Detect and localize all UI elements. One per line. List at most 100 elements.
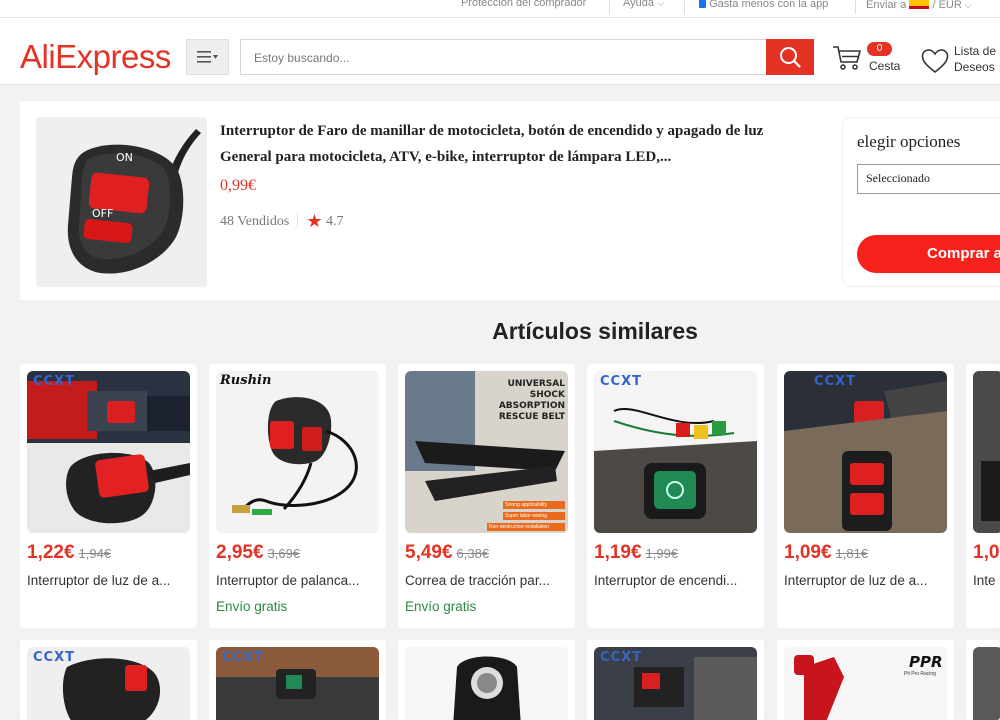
divider bbox=[684, 0, 685, 14]
option-select[interactable]: Seleccionado bbox=[857, 164, 1000, 194]
product-price: 1,22€ 1,94€ bbox=[27, 542, 111, 564]
product-thumbnail: CCXT bbox=[27, 371, 190, 533]
top-bar: Protección del comprador Ayuda ⌵ Gasta m… bbox=[0, 0, 1000, 18]
divider bbox=[855, 0, 856, 14]
current-price: 5,49€ bbox=[405, 542, 453, 563]
brand-label: CCXT bbox=[33, 650, 75, 665]
sold-count: 48 Vendidos bbox=[220, 214, 290, 229]
chevron-down-icon: ⌵ bbox=[964, 0, 972, 10]
menu-icon bbox=[196, 51, 218, 63]
product-price: 1,0 bbox=[973, 542, 999, 564]
product-name[interactable]: Interruptor de palanca... bbox=[216, 573, 382, 588]
search-input[interactable] bbox=[241, 40, 756, 76]
product-card[interactable] bbox=[398, 640, 575, 720]
brand-label: CCXT bbox=[600, 374, 642, 389]
current-price: 2,95€ bbox=[216, 542, 264, 563]
cart-icon bbox=[833, 46, 861, 70]
old-price: 3,69€ bbox=[267, 546, 301, 561]
cart-label[interactable]: Cesta bbox=[869, 59, 900, 73]
old-price: 1,99€ bbox=[645, 546, 679, 561]
chevron-down-icon: ⌵ bbox=[657, 0, 664, 8]
product-card[interactable]: CCXT 1,22€ 1,94€ Interruptor de luz de a.… bbox=[20, 364, 197, 628]
wishlist-label[interactable]: Lista de bbox=[954, 44, 996, 58]
product-price: 5,49€ 6,38€ bbox=[405, 542, 489, 564]
product-card[interactable]: CCXT bbox=[209, 640, 386, 720]
product-thumbnail: CCXT bbox=[594, 647, 757, 720]
categories-menu-button[interactable] bbox=[186, 39, 229, 75]
free-shipping-label: Envío gratis bbox=[405, 599, 477, 614]
product-price: 1,09€ 1,81€ bbox=[784, 542, 868, 564]
divider bbox=[297, 213, 299, 227]
spain-flag-icon bbox=[909, 0, 930, 9]
product-card[interactable]: PPR Pit Pro Racing bbox=[777, 640, 954, 720]
product-card[interactable]: 1,0 Inte bbox=[966, 364, 1000, 628]
product-title[interactable]: Interruptor de Faro de manillar de motoc… bbox=[220, 118, 810, 170]
product-thumbnail bbox=[405, 647, 568, 720]
old-price: 1,94€ bbox=[78, 546, 112, 561]
product-name[interactable]: Interruptor de luz de a... bbox=[784, 573, 950, 588]
buyer-protection-link[interactable]: Protección del comprador bbox=[461, 0, 586, 9]
brand-label: CCXT bbox=[33, 374, 75, 389]
product-name[interactable]: Interruptor de luz de a... bbox=[27, 573, 193, 588]
product-thumbnail: CCXT bbox=[784, 371, 947, 533]
options-panel: elegir opciones Seleccionado Comprar a bbox=[842, 117, 1000, 287]
old-price: 6,38€ bbox=[456, 546, 490, 561]
app-label: Gasta menos con la app bbox=[709, 0, 829, 10]
search-icon bbox=[780, 47, 801, 68]
product-card[interactable] bbox=[966, 640, 1000, 720]
search-button[interactable] bbox=[766, 39, 814, 75]
wishlist-button[interactable] bbox=[921, 48, 949, 79]
star-icon: ★ bbox=[306, 211, 323, 231]
product-summary-card: ON OFF Interruptor de Faro de manillar d… bbox=[20, 101, 1000, 300]
product-card[interactable]: CCXT 1,19€ 1,99€ Interruptor de encendi..… bbox=[587, 364, 764, 628]
product-thumbnail: UNIVERSAL SHOCK ABSORPTION RESCUE BELT S… bbox=[405, 371, 568, 533]
product-image[interactable]: ON OFF bbox=[36, 117, 207, 287]
heart-icon bbox=[921, 49, 949, 74]
on-label: ON bbox=[116, 151, 133, 164]
ship-to-label: Enviar a bbox=[866, 0, 907, 11]
product-thumbnail: Rushin bbox=[216, 371, 379, 533]
product-card[interactable]: CCXT 1,09€ 1,81€ Interruptor de luz de a.… bbox=[777, 364, 954, 628]
product-thumbnail: PPR Pit Pro Racing bbox=[784, 647, 947, 720]
brand-label: CCXT bbox=[222, 650, 264, 665]
cart-button[interactable] bbox=[832, 44, 862, 77]
current-price: 1,22€ bbox=[27, 542, 75, 563]
brand-sublabel: Pit Pro Racing bbox=[904, 671, 936, 677]
product-thumbnail bbox=[973, 647, 1000, 720]
brand-label: CCXT bbox=[814, 374, 856, 389]
product-thumbnail: CCXT bbox=[594, 371, 757, 533]
product-card[interactable]: CCXT bbox=[587, 640, 764, 720]
wishlist-label-line2[interactable]: Deseos bbox=[954, 60, 995, 74]
product-card[interactable]: CCXT bbox=[20, 640, 197, 720]
free-shipping-label: Envío gratis bbox=[216, 599, 288, 614]
options-title: elegir opciones bbox=[857, 132, 961, 151]
product-name[interactable]: Correa de tracción par... bbox=[405, 573, 571, 588]
divider bbox=[609, 0, 610, 14]
current-price: 1,09€ bbox=[784, 542, 832, 563]
product-meta: 48 Vendidos ★ 4.7 bbox=[220, 211, 344, 232]
product-price: 0,99€ bbox=[220, 177, 256, 194]
current-price: 1,19€ bbox=[594, 542, 642, 563]
tag-2: Super labor-saving bbox=[505, 513, 547, 519]
product-name[interactable]: Interruptor de encendi... bbox=[594, 573, 760, 588]
cart-count-badge: 0 bbox=[867, 42, 892, 56]
currency-label: EUR bbox=[938, 0, 962, 11]
similar-items-heading: Artículos similares bbox=[492, 318, 698, 344]
ship-to-menu[interactable]: Enviar a / EUR ⌵ bbox=[866, 0, 972, 11]
product-card[interactable]: UNIVERSAL SHOCK ABSORPTION RESCUE BELT S… bbox=[398, 364, 575, 628]
app-link[interactable]: Gasta menos con la app bbox=[699, 0, 828, 10]
product-name[interactable]: Inte bbox=[973, 573, 1000, 588]
product-card[interactable]: Rushin 2,95€ 3,69€ Interruptor de palanca… bbox=[209, 364, 386, 628]
brand-label: Rushin bbox=[220, 373, 272, 388]
product-thumbnail bbox=[973, 371, 1000, 533]
help-label: Ayuda bbox=[623, 0, 654, 9]
buy-button[interactable]: Comprar a bbox=[857, 235, 1000, 273]
brand-label: PPR bbox=[909, 653, 943, 671]
help-menu[interactable]: Ayuda ⌵ bbox=[623, 0, 664, 9]
product-price: 1,19€ 1,99€ bbox=[594, 542, 678, 564]
aliexpress-logo[interactable]: AliExpress bbox=[20, 38, 171, 76]
search-box bbox=[240, 39, 768, 76]
product-thumbnail: CCXT bbox=[27, 647, 190, 720]
phone-icon bbox=[699, 0, 706, 8]
header: AliExpress 0 Cesta Lista de Deseos bbox=[0, 18, 1000, 85]
